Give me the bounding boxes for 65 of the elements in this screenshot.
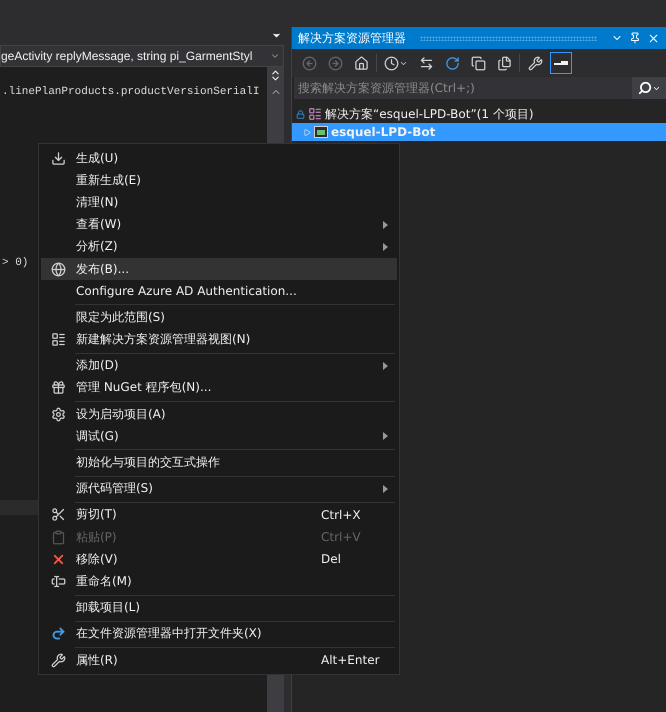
member-dropdown[interactable]: geActivity replyMessage, string pi_GarmentStyl <box>0 45 284 67</box>
globe-icon <box>51 262 66 277</box>
project-icon <box>314 126 328 138</box>
menu-item[interactable]: 重新生成(E) <box>41 169 397 192</box>
back-icon <box>302 56 316 70</box>
menu-item[interactable]: 添加(D) <box>41 354 397 377</box>
close-icon[interactable] <box>647 32 660 44</box>
menu-item[interactable]: 发布(B)... <box>41 258 397 280</box>
forward-icon <box>328 56 342 70</box>
shortcut-label: Ctrl+X <box>321 508 361 522</box>
refresh-icon <box>444 56 460 70</box>
shortcut-label: Ctrl+V <box>321 530 361 544</box>
menu-item[interactable]: 移除(V) Del <box>41 548 397 570</box>
menu-item[interactable]: 限定为此范围(S) <box>41 306 397 328</box>
shortcut-label: Del <box>321 552 341 566</box>
menu-item[interactable]: Configure Azure AD Authentication... <box>41 280 397 302</box>
shortcut-label: Alt+Enter <box>321 653 380 668</box>
menu-item[interactable]: 清理(N) <box>41 191 397 214</box>
code-line: .linePlanProducts.productVersionSerialI <box>1 85 260 100</box>
search-button[interactable] <box>632 77 666 99</box>
menu-item[interactable]: 初始化与项目的交互式操作 <box>41 451 397 474</box>
package-icon <box>51 380 66 396</box>
preview-icon <box>554 61 568 65</box>
search-icon <box>638 81 652 95</box>
wrench-icon <box>528 56 542 70</box>
menu-item[interactable]: 调试(G) <box>41 425 397 448</box>
scissors-icon <box>51 507 66 522</box>
submenu-arrow-icon <box>383 432 388 440</box>
rename-icon <box>51 574 66 589</box>
submenu-arrow-icon <box>383 484 388 493</box>
menu-item[interactable]: 生成(U) <box>41 147 397 170</box>
submenu-arrow-icon <box>383 242 388 251</box>
menu-item[interactable]: 属性(R) Alt+Enter <box>41 648 397 672</box>
sync-icon <box>418 56 434 70</box>
panel-title: 解决方案资源管理器 <box>298 30 406 46</box>
settings-icon <box>51 406 66 422</box>
menu-item[interactable]: 分析(Z) <box>41 236 397 258</box>
submenu-arrow-icon <box>383 220 388 229</box>
menu-item[interactable]: 在文件资源管理器中打开文件夹(X) <box>41 622 397 645</box>
code-line: > 0) <box>1 256 28 271</box>
menu-item[interactable]: 管理 NuGet 程序包(N)... <box>41 376 397 400</box>
solution-icon <box>308 107 322 121</box>
curved-arrow-icon <box>51 626 66 642</box>
home-icon <box>354 56 368 70</box>
clock-icon <box>384 56 399 70</box>
submenu-arrow-icon <box>383 362 388 370</box>
menu-item[interactable]: 新建解决方案资源管理器视图(N) <box>41 328 397 351</box>
menu-item[interactable]: 重命名(M) <box>41 570 397 593</box>
menu-item[interactable]: 剪切(T) Ctrl+X <box>41 504 397 526</box>
grip-icon <box>420 36 597 40</box>
search-field[interactable]: 搜索解决方案资源管理器(Ctrl+;) <box>294 77 632 99</box>
new-view-icon <box>51 332 66 348</box>
build-icon <box>51 150 66 166</box>
menu-item[interactable]: 查看(W) <box>41 214 397 236</box>
lock-icon <box>296 110 305 118</box>
preview-button[interactable] <box>550 52 572 74</box>
menu-item[interactable]: 源代码管理(S) <box>41 478 397 500</box>
files-icon <box>496 56 512 70</box>
menu-item[interactable]: 卸载项目(L) <box>41 596 397 619</box>
collapse-icon <box>470 56 486 70</box>
pin-icon[interactable] <box>629 32 641 44</box>
tree-item[interactable]: 解决方案“esquel-LPD-Bot”(1 个项目) <box>292 105 666 123</box>
clipboard-icon <box>51 530 66 545</box>
menu-item[interactable]: 设为启动项目(A) <box>41 403 397 426</box>
wrench-icon <box>51 652 66 668</box>
